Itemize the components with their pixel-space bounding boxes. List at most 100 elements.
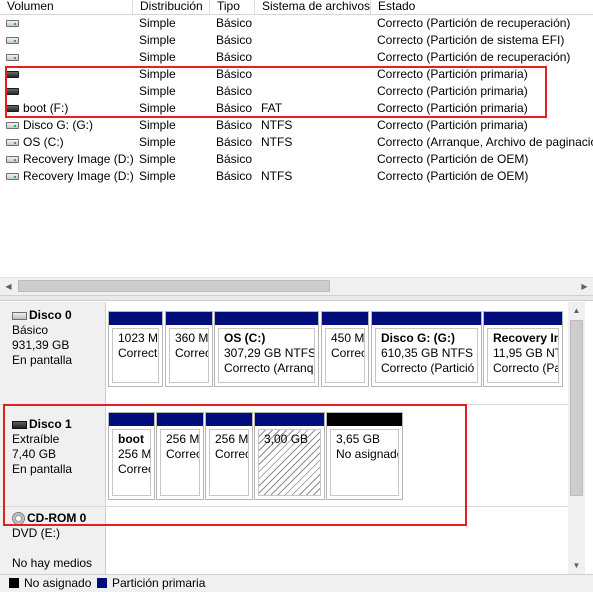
volume-layout: Simple [139, 135, 176, 149]
partition[interactable]: 256 M Correc [156, 412, 204, 500]
partition-body: Disco G: (G:) 610,35 GB NTFS Correcto (P… [375, 328, 478, 383]
volume-row[interactable]: Simple Básico Correcto (Partición de rec… [0, 15, 593, 32]
column-header-estado[interactable]: Estado [371, 0, 593, 14]
partition-size: 3,65 GB [336, 432, 381, 446]
partition-body: boot 256 M Correc [112, 429, 151, 496]
partition-body: 256 M Correc [209, 429, 249, 496]
removable-drive-icon [6, 105, 19, 112]
partition-status: Correcto (Arranq [224, 361, 314, 375]
unallocated-space[interactable]: 3,65 GB No asignado [326, 412, 403, 500]
partition-bar [484, 312, 562, 325]
partition-bar [157, 413, 203, 426]
volume-layout: Simple [139, 84, 176, 98]
pane-splitter[interactable] [0, 295, 593, 301]
volume-type: Básico [216, 135, 253, 149]
legend-unallocated-label: No asignado [24, 576, 92, 590]
horizontal-scrollbar[interactable]: ◀ ▶ [0, 277, 593, 295]
partition[interactable]: 450 ME Correc [321, 311, 369, 387]
removable-drive-icon [6, 88, 19, 95]
column-header-distribucion[interactable]: Distribución [133, 0, 210, 14]
disk-title: Disco 1 [29, 417, 72, 431]
partition-bar [255, 413, 324, 426]
volume-type: Básico [216, 67, 253, 81]
volume-status: Correcto (Partición primaria) [377, 118, 528, 132]
vertical-scrollbar[interactable]: ▲ ▼ [568, 302, 585, 574]
volume-type: Básico [216, 33, 253, 47]
scroll-thumb[interactable] [570, 320, 583, 496]
scroll-left-arrow-icon[interactable]: ◀ [0, 278, 17, 295]
scroll-thumb[interactable] [18, 280, 330, 292]
disk-0-label[interactable]: Disco 0 Básico 931,39 GB En pantalla [0, 302, 106, 404]
partition-selected[interactable]: 3,00 GB [254, 412, 325, 500]
drive-icon [6, 139, 19, 146]
cdrom-row[interactable]: CD-ROM 0 DVD (E:) No hay medios [0, 507, 568, 574]
cdrom-label[interactable]: CD-ROM 0 DVD (E:) No hay medios [0, 507, 106, 574]
drive-icon [6, 156, 19, 163]
partition-disco-g[interactable]: Disco G: (G:) 610,35 GB NTFS Correcto (P… [371, 311, 482, 387]
scroll-down-arrow-icon[interactable]: ▼ [568, 557, 585, 574]
volume-row[interactable]: Simple Básico Correcto (Partición de sis… [0, 32, 593, 49]
legend: No asignado Partición primaria [0, 574, 593, 592]
disk-1-label[interactable]: Disco 1 Extraíble 7,40 GB En pantalla [0, 405, 106, 506]
partition-status: Correc [331, 346, 365, 360]
partition-os-c[interactable]: OS (C:) 307,29 GB NTFS Correcto (Arranq [214, 311, 319, 387]
partition-status: Correc [215, 447, 249, 461]
cd-rom-icon [12, 512, 25, 525]
partition[interactable]: 360 M Correc [165, 311, 213, 387]
volume-status: Correcto (Arranque, Archivo de paginació… [377, 135, 593, 149]
volume-status: Correcto (Partición de sistema EFI) [377, 33, 565, 47]
volume-status: Correcto (Partición primaria) [377, 67, 528, 81]
scroll-up-arrow-icon[interactable]: ▲ [568, 302, 585, 319]
partition-size: 450 ME [331, 331, 365, 345]
volume-status: Correcto (Partición de OEM) [377, 169, 529, 183]
volume-name: Disco G: (G:) [23, 118, 94, 132]
volume-status: Correcto (Partición de recuperación) [377, 50, 571, 64]
volume-type: Básico [216, 50, 253, 64]
drive-icon [6, 37, 19, 44]
volume-row[interactable]: OS (C:) Simple Básico NTFS Correcto (Arr… [0, 134, 593, 151]
volume-row[interactable]: boot (F:) Simple Básico FAT Correcto (Pa… [0, 100, 593, 117]
partition[interactable]: 1023 ME Correcto [108, 311, 163, 387]
volume-status: Correcto (Partición de OEM) [377, 152, 529, 166]
volume-row[interactable]: Simple Básico Correcto (Partición de rec… [0, 49, 593, 66]
volume-layout: Simple [139, 16, 176, 30]
partition-name: OS (C:) [224, 331, 266, 345]
volume-row[interactable]: Simple Básico Correcto (Partición primar… [0, 66, 593, 83]
partition-bar [166, 312, 212, 325]
scroll-right-arrow-icon[interactable]: ▶ [576, 278, 593, 295]
partition-body: Recovery In 11,95 GB NT Correcto (Pa [487, 328, 559, 383]
partition[interactable]: 256 M Correc [205, 412, 253, 500]
cdrom-title: CD-ROM 0 [27, 511, 87, 525]
volume-type: Básico [216, 118, 253, 132]
volume-row[interactable]: Recovery Image (D:) Simple Básico NTFS C… [0, 168, 593, 185]
volume-layout: Simple [139, 118, 176, 132]
disk-1-row[interactable]: Disco 1 Extraíble 7,40 GB En pantalla bo… [0, 405, 568, 507]
disk-0-row[interactable]: Disco 0 Básico 931,39 GB En pantalla 102… [0, 302, 568, 405]
column-header-volumen[interactable]: Volumen [0, 0, 133, 14]
cdrom-media: No hay medios [12, 556, 93, 570]
volume-list: Volumen Distribución Tipo Sistema de arc… [0, 0, 593, 296]
partition-status: Correcto (Partició [381, 361, 475, 375]
removable-drive-icon [6, 71, 19, 78]
partition-bar [322, 312, 368, 325]
volume-type: Básico [216, 84, 253, 98]
drive-icon [6, 122, 19, 129]
partition-bar [206, 413, 252, 426]
partition-recovery[interactable]: Recovery In 11,95 GB NT Correcto (Pa [483, 311, 563, 387]
volume-list-header: Volumen Distribución Tipo Sistema de arc… [0, 0, 593, 15]
column-header-sistema[interactable]: Sistema de archivos [255, 0, 371, 14]
partition-size: 256 M [215, 432, 249, 446]
volume-row[interactable]: Disco G: (G:) Simple Básico NTFS Correct… [0, 117, 593, 134]
volume-row[interactable]: Recovery Image (D:) Simple Básico Correc… [0, 151, 593, 168]
legend-unallocated-swatch [9, 578, 19, 588]
volume-fs: NTFS [261, 118, 293, 132]
partition-boot[interactable]: boot 256 M Correc [108, 412, 155, 500]
column-header-tipo[interactable]: Tipo [210, 0, 255, 14]
partition-size: 610,35 GB NTFS [381, 346, 474, 360]
volume-fs: NTFS [261, 169, 293, 183]
volume-row[interactable]: Simple Básico Correcto (Partición primar… [0, 83, 593, 100]
partition-size: 256 M [166, 432, 200, 446]
partition-status: Correc [118, 462, 151, 476]
drive-icon [6, 173, 19, 180]
partition-size: 1023 ME [118, 331, 159, 345]
